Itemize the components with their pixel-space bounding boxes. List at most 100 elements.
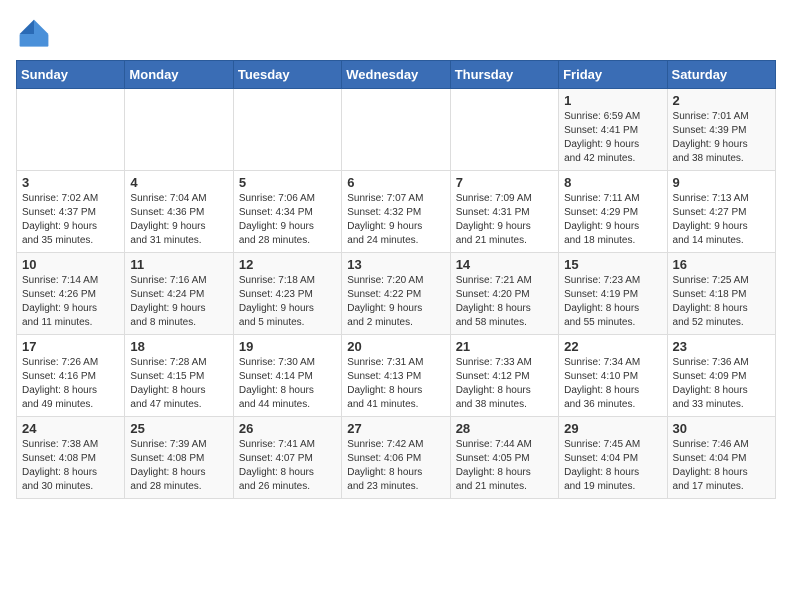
calendar-cell: 8Sunrise: 7:11 AM Sunset: 4:29 PM Daylig… [559, 171, 667, 253]
header-day: Sunday [17, 61, 125, 89]
logo-icon [16, 16, 52, 52]
day-number: 14 [456, 257, 553, 272]
calendar-cell: 26Sunrise: 7:41 AM Sunset: 4:07 PM Dayli… [233, 417, 341, 499]
day-info: Sunrise: 7:36 AM Sunset: 4:09 PM Dayligh… [673, 356, 770, 412]
day-info: Sunrise: 7:33 AM Sunset: 4:12 PM Dayligh… [456, 356, 553, 412]
logo [16, 16, 56, 52]
day-number: 25 [130, 421, 227, 436]
day-info: Sunrise: 7:28 AM Sunset: 4:15 PM Dayligh… [130, 356, 227, 412]
day-info: Sunrise: 7:46 AM Sunset: 4:04 PM Dayligh… [673, 438, 770, 494]
calendar-cell: 29 Sunrise: 7:45 AM Sunset: 4:04 PM Dayli… [559, 417, 667, 499]
day-number: 15 [564, 257, 661, 272]
calendar-cell: 27Sunrise: 7:42 AM Sunset: 4:06 PM Dayli… [342, 417, 450, 499]
day-number: 7 [456, 175, 553, 190]
calendar-cell: 15 Sunrise: 7:23 AM Sunset: 4:19 PM Dayli… [559, 253, 667, 335]
calendar-week-row: 10 Sunrise: 7:14 AM Sunset: 4:26 PM Dayli… [17, 253, 776, 335]
calendar-cell: 2 Sunrise: 7:01 AM Sunset: 4:39 PM Daylig… [667, 89, 775, 171]
calendar-cell: 21 Sunrise: 7:33 AM Sunset: 4:12 PM Dayli… [450, 335, 558, 417]
calendar-cell: 18 Sunrise: 7:28 AM Sunset: 4:15 PM Dayli… [125, 335, 233, 417]
calendar-cell: 16 Sunrise: 7:25 AM Sunset: 4:18 PM Dayli… [667, 253, 775, 335]
calendar-cell: 11 Sunrise: 7:16 AM Sunset: 4:24 PM Dayli… [125, 253, 233, 335]
calendar-cell: 23 Sunrise: 7:36 AM Sunset: 4:09 PM Dayli… [667, 335, 775, 417]
calendar-cell: 19 Sunrise: 7:30 AM Sunset: 4:14 PM Dayli… [233, 335, 341, 417]
header-row: SundayMondayTuesdayWednesdayThursdayFrid… [17, 61, 776, 89]
calendar-cell [233, 89, 341, 171]
header-day: Friday [559, 61, 667, 89]
header-day: Thursday [450, 61, 558, 89]
day-info: Sunrise: 7:06 AM Sunset: 4:34 PM Dayligh… [239, 192, 336, 248]
calendar-header: SundayMondayTuesdayWednesdayThursdayFrid… [17, 61, 776, 89]
calendar-cell: 5 Sunrise: 7:06 AM Sunset: 4:34 PM Daylig… [233, 171, 341, 253]
calendar-cell: 24 Sunrise: 7:38 AM Sunset: 4:08 PM Dayli… [17, 417, 125, 499]
calendar-week-row: 3 Sunrise: 7:02 AM Sunset: 4:37 PM Daylig… [17, 171, 776, 253]
day-number: 24 [22, 421, 119, 436]
day-number: 13 [347, 257, 444, 272]
calendar-week-row: 17Sunrise: 7:26 AM Sunset: 4:16 PM Dayli… [17, 335, 776, 417]
calendar-cell: 10 Sunrise: 7:14 AM Sunset: 4:26 PM Dayli… [17, 253, 125, 335]
day-number: 26 [239, 421, 336, 436]
calendar-cell: 1 Sunrise: 6:59 AM Sunset: 4:41 PM Daylig… [559, 89, 667, 171]
day-info: Sunrise: 7:23 AM Sunset: 4:19 PM Dayligh… [564, 274, 661, 330]
header-day: Wednesday [342, 61, 450, 89]
calendar-cell: 17Sunrise: 7:26 AM Sunset: 4:16 PM Dayli… [17, 335, 125, 417]
day-info: Sunrise: 7:16 AM Sunset: 4:24 PM Dayligh… [130, 274, 227, 330]
day-number: 30 [673, 421, 770, 436]
day-number: 21 [456, 339, 553, 354]
day-number: 18 [130, 339, 227, 354]
calendar-cell: 30 Sunrise: 7:46 AM Sunset: 4:04 PM Dayli… [667, 417, 775, 499]
day-number: 8 [564, 175, 661, 190]
header-day: Saturday [667, 61, 775, 89]
day-number: 28 [456, 421, 553, 436]
day-number: 23 [673, 339, 770, 354]
day-info: Sunrise: 7:31 AM Sunset: 4:13 PM Dayligh… [347, 356, 444, 412]
day-number: 10 [22, 257, 119, 272]
calendar-cell: 6 Sunrise: 7:07 AM Sunset: 4:32 PM Daylig… [342, 171, 450, 253]
day-info: Sunrise: 7:42 AM Sunset: 4:06 PM Dayligh… [347, 438, 444, 494]
header-day: Tuesday [233, 61, 341, 89]
day-info: Sunrise: 7:44 AM Sunset: 4:05 PM Dayligh… [456, 438, 553, 494]
day-info: Sunrise: 7:09 AM Sunset: 4:31 PM Dayligh… [456, 192, 553, 248]
day-info: Sunrise: 7:01 AM Sunset: 4:39 PM Dayligh… [673, 110, 770, 166]
day-number: 11 [130, 257, 227, 272]
day-info: Sunrise: 7:38 AM Sunset: 4:08 PM Dayligh… [22, 438, 119, 494]
calendar-cell: 12Sunrise: 7:18 AM Sunset: 4:23 PM Dayli… [233, 253, 341, 335]
day-number: 29 [564, 421, 661, 436]
calendar-week-row: 1 Sunrise: 6:59 AM Sunset: 4:41 PM Daylig… [17, 89, 776, 171]
calendar-cell: 13 Sunrise: 7:20 AM Sunset: 4:22 PM Dayli… [342, 253, 450, 335]
day-info: Sunrise: 7:21 AM Sunset: 4:20 PM Dayligh… [456, 274, 553, 330]
day-number: 20 [347, 339, 444, 354]
day-number: 16 [673, 257, 770, 272]
day-number: 4 [130, 175, 227, 190]
calendar-cell [125, 89, 233, 171]
day-info: Sunrise: 7:07 AM Sunset: 4:32 PM Dayligh… [347, 192, 444, 248]
calendar-cell: 25 Sunrise: 7:39 AM Sunset: 4:08 PM Dayli… [125, 417, 233, 499]
day-info: Sunrise: 7:45 AM Sunset: 4:04 PM Dayligh… [564, 438, 661, 494]
day-info: Sunrise: 7:30 AM Sunset: 4:14 PM Dayligh… [239, 356, 336, 412]
day-info: Sunrise: 7:02 AM Sunset: 4:37 PM Dayligh… [22, 192, 119, 248]
day-number: 9 [673, 175, 770, 190]
calendar-cell: 3 Sunrise: 7:02 AM Sunset: 4:37 PM Daylig… [17, 171, 125, 253]
day-number: 5 [239, 175, 336, 190]
calendar-cell: 14 Sunrise: 7:21 AM Sunset: 4:20 PM Dayli… [450, 253, 558, 335]
calendar-table: SundayMondayTuesdayWednesdayThursdayFrid… [16, 60, 776, 499]
day-number: 1 [564, 93, 661, 108]
calendar-cell: 4Sunrise: 7:04 AM Sunset: 4:36 PM Daylig… [125, 171, 233, 253]
day-info: Sunrise: 7:14 AM Sunset: 4:26 PM Dayligh… [22, 274, 119, 330]
day-number: 2 [673, 93, 770, 108]
calendar-week-row: 24 Sunrise: 7:38 AM Sunset: 4:08 PM Dayli… [17, 417, 776, 499]
day-number: 19 [239, 339, 336, 354]
day-info: Sunrise: 6:59 AM Sunset: 4:41 PM Dayligh… [564, 110, 661, 166]
day-info: Sunrise: 7:18 AM Sunset: 4:23 PM Dayligh… [239, 274, 336, 330]
page-header [16, 16, 776, 52]
day-info: Sunrise: 7:39 AM Sunset: 4:08 PM Dayligh… [130, 438, 227, 494]
day-number: 6 [347, 175, 444, 190]
day-info: Sunrise: 7:13 AM Sunset: 4:27 PM Dayligh… [673, 192, 770, 248]
day-info: Sunrise: 7:25 AM Sunset: 4:18 PM Dayligh… [673, 274, 770, 330]
calendar-cell: 9 Sunrise: 7:13 AM Sunset: 4:27 PM Daylig… [667, 171, 775, 253]
day-info: Sunrise: 7:20 AM Sunset: 4:22 PM Dayligh… [347, 274, 444, 330]
calendar-cell [17, 89, 125, 171]
day-number: 3 [22, 175, 119, 190]
day-number: 22 [564, 339, 661, 354]
day-info: Sunrise: 7:26 AM Sunset: 4:16 PM Dayligh… [22, 356, 119, 412]
calendar-cell: 28 Sunrise: 7:44 AM Sunset: 4:05 PM Dayli… [450, 417, 558, 499]
